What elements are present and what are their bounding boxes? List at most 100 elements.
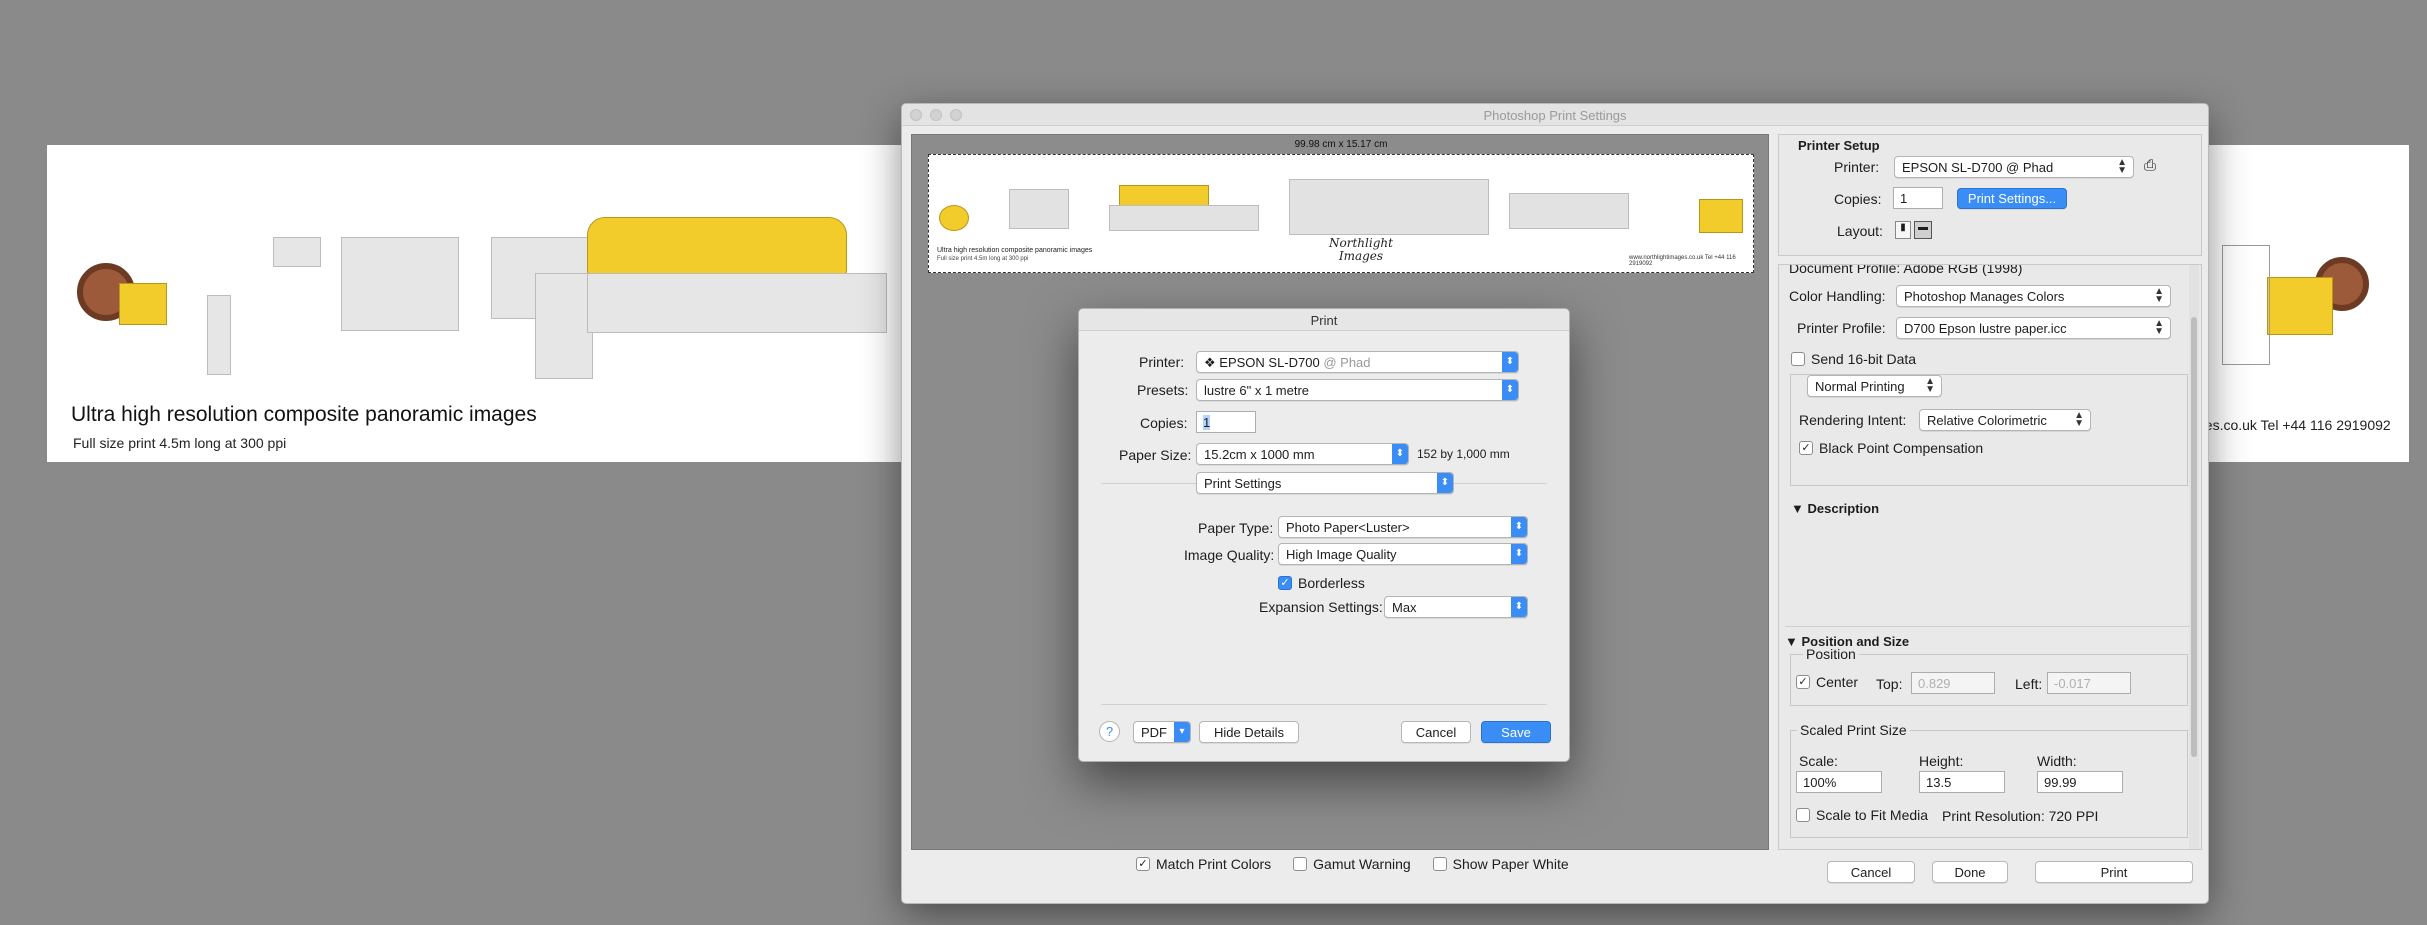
- match-print-colors-checkbox[interactable]: ✓ Match Print Colors: [1136, 856, 1271, 872]
- gamut-warning-checkbox[interactable]: Gamut Warning: [1293, 856, 1411, 872]
- help-button[interactable]: ?: [1099, 721, 1120, 742]
- stepper-arrows-icon: ⬍: [1502, 380, 1518, 400]
- print-printer-select[interactable]: ❖ EPSON SL-D700 @ Phad ⬍: [1196, 351, 1519, 373]
- checkmark-icon: ✓: [1136, 857, 1150, 871]
- print-dialog-title: Print: [1079, 309, 1569, 331]
- printer-setup-title: Printer Setup: [1798, 138, 1880, 153]
- dialog-bottom-divider: [1101, 704, 1547, 705]
- landscape-layout-button[interactable]: ▬: [1914, 221, 1932, 239]
- print-button[interactable]: Print: [2035, 861, 2193, 883]
- rendering-intent-select[interactable]: Relative Colorimetric ▲ ▼: [1919, 409, 2091, 431]
- scale-input[interactable]: 100%: [1796, 771, 1882, 793]
- copies-label: Copies:: [1834, 191, 1882, 207]
- chevron-down-icon: ▾: [1174, 722, 1190, 742]
- print-copies-input[interactable]: 1: [1196, 411, 1256, 433]
- top-input[interactable]: 0.829: [1911, 672, 1995, 694]
- preview-line-image: [1109, 205, 1259, 231]
- stepper-arrows-icon: ⬍: [1511, 544, 1527, 564]
- description-disclosure[interactable]: ▼ Description: [1791, 501, 1879, 516]
- print-dialog: Print Printer: ❖ EPSON SL-D700 @ Phad ⬍ …: [1078, 308, 1570, 762]
- banner-title: Ultra high resolution composite panorami…: [71, 403, 537, 426]
- scrollbar-thumb[interactable]: [2191, 317, 2197, 757]
- printer-select[interactable]: EPSON SL-D700 @ Phad ▲ ▼: [1894, 156, 2134, 178]
- image-quality-label: Image Quality:: [1184, 547, 1275, 563]
- preview-conveyor-image: [1289, 179, 1489, 235]
- preview-dimensions: 99.98 cm x 15.17 cm: [1294, 139, 1388, 150]
- pdf-menu-button[interactable]: PDF ▾: [1133, 721, 1191, 743]
- height-label: Height:: [1919, 753, 1964, 769]
- hide-details-button[interactable]: Hide Details: [1199, 721, 1299, 743]
- printer-profile-select[interactable]: D700 Epson lustre paper.icc ▲ ▼: [1896, 317, 2171, 339]
- settings-scrollbar[interactable]: [2189, 265, 2199, 849]
- stepper-arrows-icon: ▲ ▼: [2117, 157, 2127, 176]
- printer-add-icon[interactable]: ⎙: [2144, 157, 2156, 174]
- height-input[interactable]: 13.5: [1919, 771, 2005, 793]
- paper-size-select[interactable]: 15.2cm x 1000 mm ⬍: [1196, 443, 1409, 465]
- width-label: Width:: [2037, 753, 2077, 769]
- center-checkbox[interactable]: ✓ Center: [1796, 674, 1858, 690]
- print-settings-section-select[interactable]: Print Settings ⬍: [1196, 472, 1454, 494]
- paper-size-label: Paper Size:: [1119, 447, 1192, 463]
- stepper-arrows-icon: ▲ ▼: [2074, 410, 2084, 429]
- left-input[interactable]: -0.017: [2047, 672, 2131, 694]
- stepper-arrows-icon: ⬍: [1511, 517, 1527, 537]
- rendering-intent-label: Rendering Intent:: [1799, 412, 1907, 428]
- stand-image: [207, 295, 231, 375]
- preview-image[interactable]: Ultra high resolution composite panorami…: [928, 154, 1754, 273]
- color-handling-label: Color Handling:: [1789, 288, 1886, 304]
- control-console-image: [535, 273, 593, 379]
- print-settings-button[interactable]: Print Settings...: [1957, 188, 2067, 209]
- window-titlebar: Photoshop Print Settings: [902, 104, 2208, 126]
- printer-icon: ❖: [1204, 355, 1220, 370]
- yellow-oven-image: [587, 217, 847, 275]
- disclosure-triangle-icon: ▼: [1791, 501, 1804, 516]
- print-dialog-save-button[interactable]: Save: [1481, 721, 1551, 743]
- right-frame-image: [2222, 245, 2270, 365]
- color-handling-select[interactable]: Photoshop Manages Colors ▲ ▼: [1896, 285, 2171, 307]
- stepper-arrows-icon: ▲ ▼: [2154, 318, 2164, 337]
- preview-caption: Ultra high resolution composite panorami…: [937, 247, 1093, 254]
- expansion-settings-label: Expansion Settings:: [1259, 599, 1383, 615]
- stepper-arrows-icon: ⬍: [1511, 597, 1527, 617]
- preview-logo: Northlight Images: [1329, 237, 1393, 263]
- expansion-settings-select[interactable]: Max ⬍: [1384, 596, 1528, 618]
- normal-printing-select[interactable]: Normal Printing ▲ ▼: [1807, 375, 1942, 397]
- settings-pane: Printer Setup Printer: EPSON SL-D700 @ P…: [1778, 134, 2202, 850]
- preview-contact: www.northlightimages.co.uk Tel +44 116 2…: [1629, 255, 1736, 267]
- disclosure-triangle-icon: ▼: [1785, 634, 1798, 649]
- paper-type-label: Paper Type:: [1198, 520, 1274, 536]
- left-label: Left:: [2015, 676, 2043, 692]
- portrait-layout-button[interactable]: ▮: [1895, 221, 1911, 239]
- cancel-button[interactable]: Cancel: [1827, 861, 1915, 883]
- show-paper-white-checkbox[interactable]: Show Paper White: [1432, 856, 1569, 872]
- black-point-compensation-checkbox[interactable]: ✓ Black Point Compensation: [1799, 440, 1983, 456]
- layout-label: Layout:: [1837, 223, 1883, 239]
- preview-machine-image: [1009, 189, 1069, 229]
- preview-spool-image: [939, 205, 969, 231]
- done-button[interactable]: Done: [1932, 861, 2008, 883]
- borderless-checkbox[interactable]: ✓ Borderless: [1278, 575, 1365, 591]
- workbench-image: [341, 237, 459, 331]
- preview-machine-2-image: [1509, 193, 1629, 229]
- print-dialog-cancel-button[interactable]: Cancel: [1401, 721, 1471, 743]
- preview-right-machine-image: [1699, 199, 1743, 233]
- copies-input[interactable]: 1: [1893, 187, 1943, 209]
- stepper-arrows-icon: ⬍: [1502, 352, 1518, 372]
- preview-options: ✓ Match Print Colors Gamut Warning Show …: [1136, 856, 1569, 872]
- document-profile: Document Profile: Adobe RGB (1998): [1789, 264, 2023, 276]
- image-quality-select[interactable]: High Image Quality ⬍: [1278, 543, 1528, 565]
- color-management-panel[interactable]: Document Profile: Adobe RGB (1998) Color…: [1778, 264, 2202, 850]
- width-input[interactable]: 99.99: [2037, 771, 2123, 793]
- presets-select[interactable]: lustre 6" x 1 metre ⬍: [1196, 379, 1519, 401]
- stepper-arrows-icon: ⬍: [1392, 444, 1408, 464]
- banner-subtitle: Full size print 4.5m long at 300 ppi: [73, 435, 287, 451]
- top-label: Top:: [1876, 676, 1903, 692]
- box-machine-image: [273, 237, 321, 267]
- preview-sub-caption: Full size print 4.5m long at 300 ppi: [937, 256, 1029, 262]
- right-yellow-machine-image: [2267, 277, 2333, 335]
- presets-label: Presets:: [1137, 382, 1189, 398]
- printer-label: Printer:: [1834, 159, 1880, 175]
- paper-type-select[interactable]: Photo Paper<Luster> ⬍: [1278, 516, 1528, 538]
- scale-to-fit-media-checkbox[interactable]: Scale to Fit Media: [1796, 807, 1928, 823]
- send-16bit-checkbox[interactable]: Send 16-bit Data: [1791, 351, 1916, 367]
